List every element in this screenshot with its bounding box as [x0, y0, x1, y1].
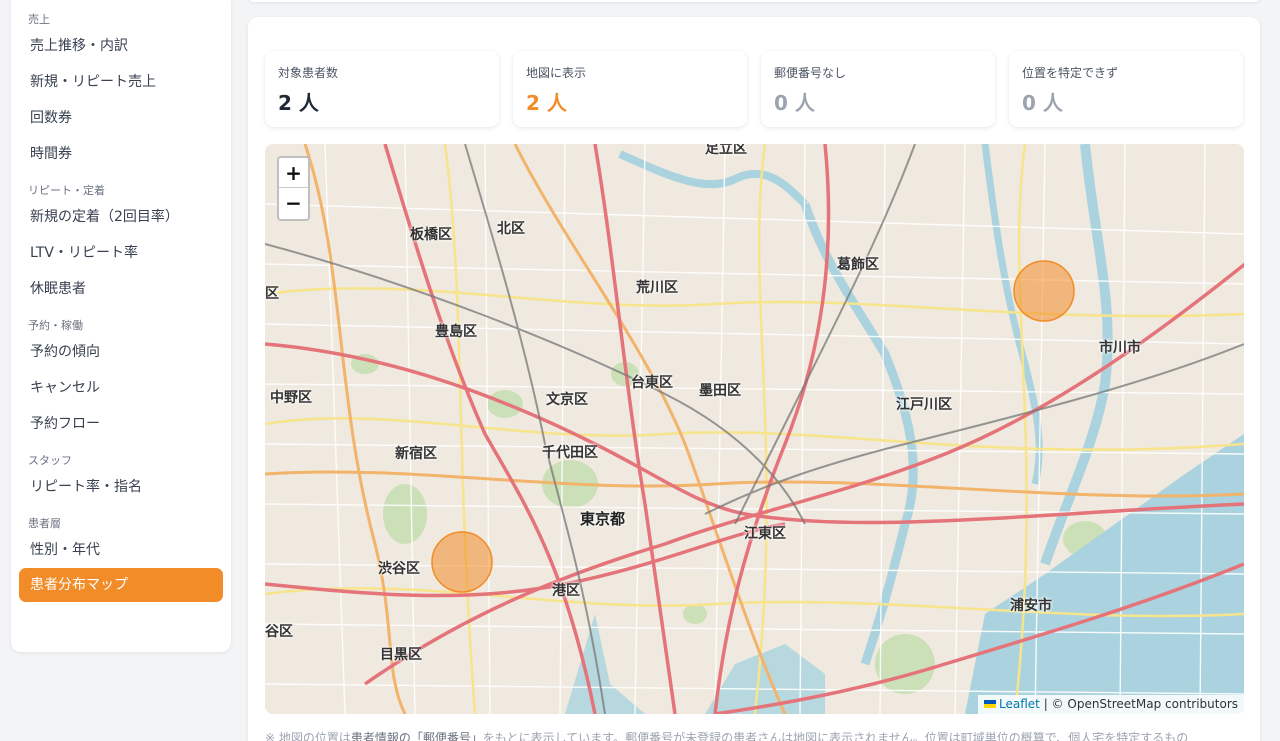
place-label: 足立区	[705, 144, 747, 157]
zoom-in-button[interactable]: +	[279, 158, 308, 188]
zoom-control: + −	[277, 156, 310, 221]
patient-marker	[431, 531, 493, 593]
place-label: 渋谷区	[378, 561, 420, 577]
place-label: 江東区	[744, 526, 786, 542]
sidebar-section-label: 予約・稼働	[28, 319, 83, 332]
note-emphasis: 患者情報の「郵便番号」	[350, 731, 483, 741]
leaflet-link[interactable]: Leaflet	[999, 697, 1040, 711]
sidebar: 売上売上推移・内訳 新規・リピート売上 回数券 時間券リピート・定着新規の定着（2回目…	[11, 0, 231, 652]
place-label: 文京区	[546, 392, 588, 408]
stat-label: 位置を特定できず	[1022, 66, 1119, 80]
sidebar-item[interactable]: 売上推移・内訳	[19, 28, 223, 64]
place-label: 北区	[497, 221, 525, 237]
place-label: 目黒区	[380, 647, 422, 663]
sidebar-item[interactable]: 回数券	[19, 100, 223, 136]
place-label: 市川市	[1099, 340, 1141, 356]
map-attribution: Leaflet | © OpenStreetMap contributors	[978, 695, 1244, 714]
sidebar-item[interactable]: 患者分布マップ	[19, 568, 223, 602]
sidebar-section-label: スタッフ	[28, 454, 72, 467]
stat-label: 対象患者数	[278, 66, 339, 80]
place-label: 千代田区	[542, 445, 598, 461]
place-label: 葛飾区	[837, 257, 879, 273]
sidebar-section-label: 売上	[28, 13, 50, 26]
place-label: 谷区	[265, 624, 293, 640]
place-label: 港区	[552, 583, 580, 599]
sidebar-item[interactable]: 新規・リピート売上	[19, 64, 223, 100]
stat-card-no-postal: 郵便番号なし 0 人	[761, 51, 995, 127]
map-footnote: ※ 地図の位置は患者情報の「郵便番号」をもとに表示しています。郵便番号が未登録の…	[265, 729, 1245, 741]
place-label: 東京都	[580, 510, 626, 528]
stat-card-on-map: 地図に表示 2 人	[513, 51, 747, 127]
place-label: 江戸川区	[896, 397, 952, 413]
stat-label: 地図に表示	[526, 66, 587, 80]
place-label: 板橋区	[410, 227, 452, 243]
stat-value: 0 人	[774, 91, 815, 115]
sidebar-section-label: リピート・定着	[28, 184, 105, 197]
stat-card-unlocated: 位置を特定できず 0 人	[1009, 51, 1243, 127]
stat-label: 郵便番号なし	[774, 66, 847, 80]
stat-card-total: 対象患者数 2 人	[265, 51, 499, 127]
stat-value: 2 人	[526, 91, 567, 115]
sidebar-item[interactable]: 性別・年代	[19, 532, 223, 568]
place-label: 豊島区	[435, 324, 477, 340]
place-label: 区	[265, 286, 279, 302]
note-suffix: をもとに表示しています。郵便番号が未登録の患者さんは地図に表示されません。位置は…	[482, 731, 1189, 741]
zoom-out-button[interactable]: −	[279, 188, 308, 218]
place-label: 台東区	[631, 375, 673, 391]
sidebar-item[interactable]: LTV・リピート率	[19, 235, 223, 271]
patient-distribution-map[interactable]: 足立区 板橋区 北区 葛飾区 荒川区 豊島区 市川市 台東区 文京区 墨田区 中…	[265, 144, 1244, 714]
sidebar-section-label: 患者層	[28, 517, 61, 530]
sidebar-item[interactable]: 新規の定着（2回目率）	[19, 199, 223, 235]
sidebar-item[interactable]: リピート率・指名	[19, 469, 223, 505]
osm-attribution: | © OpenStreetMap contributors	[1043, 697, 1238, 711]
note-prefix: ※ 地図の位置は	[265, 731, 351, 741]
place-label: 新宿区	[395, 446, 437, 462]
ukraine-flag-icon	[984, 700, 997, 708]
place-label: 墨田区	[699, 383, 741, 399]
place-label: 浦安市	[1010, 598, 1052, 614]
patient-marker	[1013, 260, 1075, 322]
place-label: 中野区	[270, 390, 312, 406]
sidebar-item[interactable]: 休眠患者	[19, 271, 223, 307]
sidebar-item[interactable]: 予約の傾向	[19, 334, 223, 370]
sidebar-item[interactable]: キャンセル	[19, 370, 223, 406]
sidebar-item[interactable]: 時間券	[19, 136, 223, 172]
stat-value: 0 人	[1022, 91, 1063, 115]
place-label: 荒川区	[636, 280, 678, 296]
top-card-edge	[248, 0, 1260, 2]
stat-value: 2 人	[278, 91, 319, 115]
main-panel: 対象患者数 2 人 地図に表示 2 人 郵便番号なし 0 人 位置を特定できず …	[248, 17, 1260, 741]
sidebar-item[interactable]: 予約フロー	[19, 406, 223, 442]
